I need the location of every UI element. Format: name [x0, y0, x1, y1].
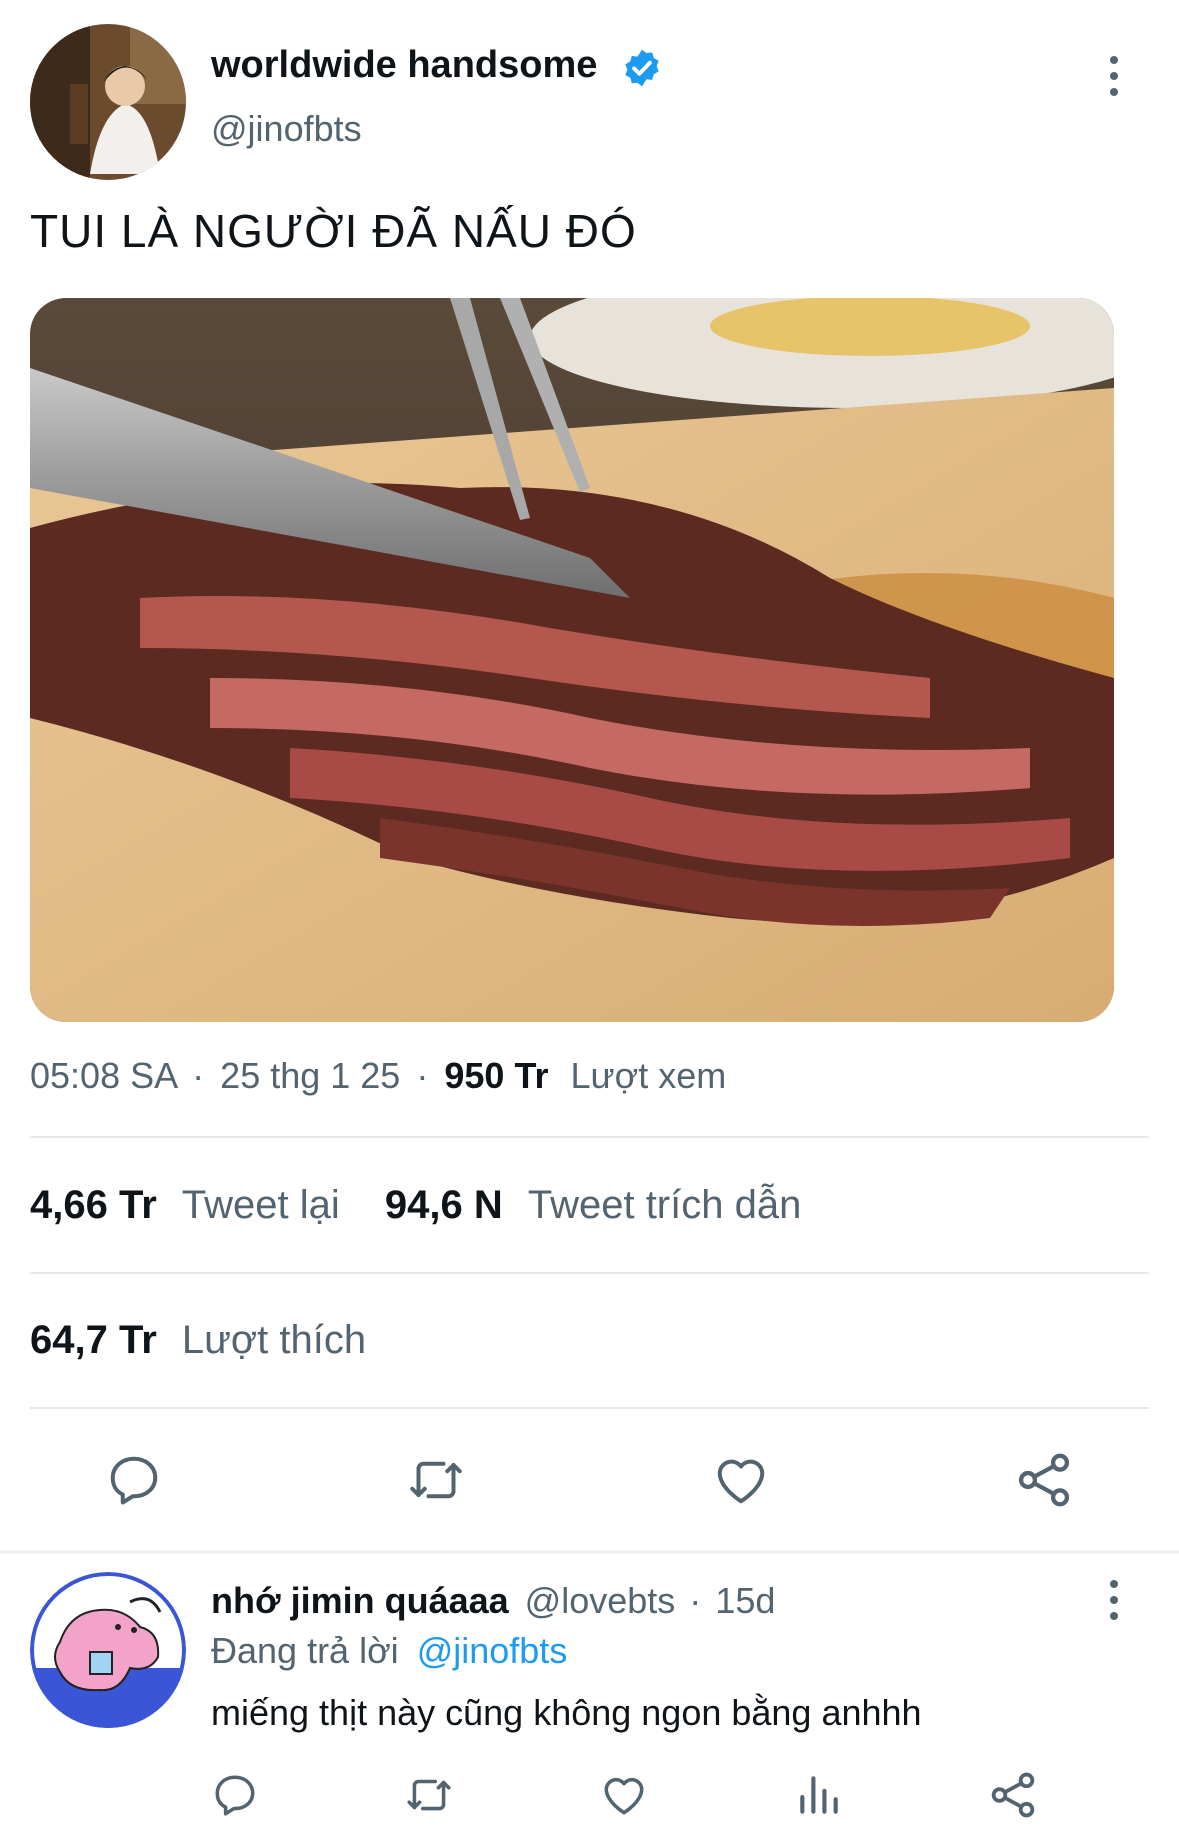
replying-label: Đang trả lời — [211, 1630, 399, 1671]
meta-separator: · — [192, 1055, 205, 1096]
verified-badge-icon — [621, 47, 663, 89]
retweets-count: 4,66 Tr — [30, 1183, 157, 1227]
tweet-date[interactable]: 25 thg 1 25 — [220, 1055, 400, 1096]
retweet-icon[interactable] — [404, 1450, 468, 1510]
tweet-text: TUI LÀ NGƯỜI ĐÃ NẤU ĐÓ — [30, 205, 637, 257]
reply-share-icon[interactable] — [986, 1768, 1040, 1822]
author-display-name[interactable]: worldwide handsome — [211, 44, 597, 87]
retweet-stats-row: 4,66 Tr Tweet lại 94,6 N Tweet trích dẫn — [30, 1183, 801, 1228]
reply-author-avatar[interactable] — [30, 1572, 186, 1728]
tweet-meta-row: 05:08 SA · 25 thg 1 25 · 950 Tr Lượt xem — [30, 1055, 726, 1097]
replying-to-line: Đang trả lời @jinofbts — [211, 1630, 567, 1672]
quotes-label: Tweet trích dẫn — [527, 1183, 802, 1227]
divider — [30, 1272, 1149, 1274]
divider — [30, 1136, 1149, 1138]
reply-more-vertical-icon[interactable] — [1110, 1580, 1118, 1620]
share-icon[interactable] — [1012, 1448, 1076, 1512]
more-vertical-icon[interactable] — [1110, 56, 1118, 96]
divider — [30, 1407, 1149, 1409]
reply-retweet-icon[interactable] — [402, 1770, 456, 1820]
quotes-stat[interactable]: 94,6 N Tweet trích dẫn — [385, 1183, 801, 1227]
meta-separator: · — [416, 1055, 429, 1096]
retweets-label: Tweet lại — [181, 1183, 340, 1227]
tweet-media-image[interactable] — [30, 298, 1114, 1022]
reply-like-icon[interactable] — [598, 1770, 650, 1820]
reply-age[interactable]: 15d — [715, 1580, 775, 1621]
likes-label: Lượt thích — [181, 1318, 367, 1362]
views-count: 950 Tr — [444, 1055, 549, 1096]
section-separator — [0, 1550, 1179, 1554]
author-avatar[interactable] — [30, 24, 186, 180]
reply-author-handle[interactable]: @lovebts — [525, 1580, 676, 1621]
likes-stat[interactable]: 64,7 Tr Lượt thích — [30, 1318, 366, 1363]
tweet-time[interactable]: 05:08 SA — [30, 1055, 176, 1096]
reply-avatar-illustration — [30, 1572, 186, 1728]
like-icon[interactable] — [710, 1450, 772, 1510]
author-handle[interactable]: @jinofbts — [211, 108, 362, 150]
reply-author-display-name[interactable]: nhớ jimin quáaaa — [211, 1580, 509, 1621]
analytics-icon[interactable] — [794, 1770, 844, 1820]
avatar-photo — [30, 24, 186, 180]
quotes-count: 94,6 N — [384, 1183, 503, 1227]
views-label: Lượt xem — [570, 1055, 727, 1096]
reply-meta-separator: · — [689, 1580, 702, 1621]
reply-reply-icon[interactable] — [210, 1770, 260, 1820]
reply-header: nhớ jimin quáaaa @lovebts · 15d — [211, 1580, 775, 1622]
reply-icon[interactable] — [104, 1450, 164, 1510]
retweets-stat[interactable]: 4,66 Tr Tweet lại — [30, 1183, 351, 1227]
replying-to-handle[interactable]: @jinofbts — [417, 1630, 568, 1671]
reply-text: miếng thịt này cũng không ngon bằng anhh… — [211, 1692, 922, 1733]
likes-count: 64,7 Tr — [30, 1318, 157, 1362]
